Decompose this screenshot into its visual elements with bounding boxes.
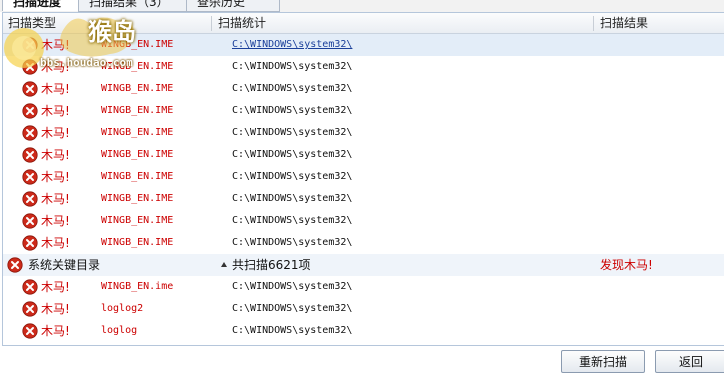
file-name: WINGB_EN.IME xyxy=(101,61,174,72)
column-divider[interactable] xyxy=(593,16,594,31)
file-path: C:\WINDOWS\system32\ xyxy=(232,171,353,182)
threat-type: 木马! xyxy=(41,104,70,118)
file-path: C:\WINDOWS\system32\ xyxy=(232,237,353,248)
table-row[interactable]: 木马! WINGB_EN.IME C:\WINDOWS\system32\ xyxy=(3,78,724,100)
threat-icon xyxy=(22,279,38,295)
tab-history[interactable]: 查杀历史 xyxy=(186,0,280,12)
file-path: C:\WINDOWS\system32\ xyxy=(232,127,353,138)
column-header-result[interactable]: 扫描结果 xyxy=(595,13,720,33)
table-row[interactable]: 木马! WINGB_EN.IME C:\WINDOWS\system32\ xyxy=(3,56,724,78)
column-header-type[interactable]: 扫描类型 xyxy=(3,13,208,33)
scan-results-grid: 扫描类型 扫描统计 扫描结果 木马! WINGB_EN.IME C:\WINDOWS… xyxy=(2,12,724,346)
threat-icon xyxy=(22,125,38,141)
threat-type: 木马! xyxy=(41,324,70,338)
file-name: loglog2 xyxy=(101,303,144,314)
file-name: WINGB_EN.IME xyxy=(101,105,174,116)
threat-icon xyxy=(22,323,38,339)
group-label: 系统关键目录 xyxy=(28,258,101,272)
file-name: WINGB_EN.IME xyxy=(101,83,174,94)
threat-icon xyxy=(22,169,38,185)
file-path: C:\WINDOWS\system32\ xyxy=(232,325,353,336)
threat-icon xyxy=(22,37,38,53)
threat-type: 木马! xyxy=(41,170,70,184)
threat-icon xyxy=(22,147,38,163)
file-name: WINGB_EN.IME xyxy=(101,237,174,248)
back-button[interactable]: 返回 xyxy=(655,350,724,373)
table-row[interactable]: 木马! WINGB_EN.IME C:\WINDOWS\system32\ xyxy=(3,100,724,122)
tab-scan-results[interactable]: 扫描结果（3） xyxy=(78,0,188,12)
threat-type: 木马! xyxy=(41,60,70,74)
file-name: WINGB_EN.IME xyxy=(101,171,174,182)
group-result: 发现木马! xyxy=(600,258,653,272)
table-row[interactable]: 木马! WINGB_EN.IME C:\WINDOWS\system32\ xyxy=(3,122,724,144)
table-row[interactable]: 木马! WINGB_EN.ime C:\WINDOWS\system32\ xyxy=(3,276,724,298)
threat-icon xyxy=(7,257,23,273)
threat-icon xyxy=(22,235,38,251)
file-path[interactable]: C:\WINDOWS\system32\ xyxy=(232,34,352,56)
file-path: C:\WINDOWS\system32\ xyxy=(232,61,353,72)
threat-type: 木马! xyxy=(41,148,70,162)
table-row[interactable]: 木马! WINGB_EN.IME C:\WINDOWS\system32\ xyxy=(3,34,724,56)
table-row[interactable]: 木马! WINGB_EN.IME C:\WINDOWS\system32\ xyxy=(3,144,724,166)
tab-scan-progress[interactable]: 扫描进度 xyxy=(2,0,88,11)
file-name: WINGB_EN.IME xyxy=(101,215,174,226)
threat-type: 木马! xyxy=(41,236,70,250)
threat-type: 木马! xyxy=(41,280,70,294)
rescan-button[interactable]: 重新扫描 xyxy=(561,350,645,373)
threat-icon xyxy=(22,103,38,119)
file-name: WINGB_EN.IME xyxy=(101,149,174,160)
threat-type: 木马! xyxy=(41,126,70,140)
threat-type: 木马! xyxy=(41,214,70,228)
threat-icon xyxy=(22,191,38,207)
file-name: WINGB_EN.ime xyxy=(101,281,174,292)
file-path: C:\WINDOWS\system32\ xyxy=(232,149,353,160)
threat-icon xyxy=(22,213,38,229)
threat-type: 木马! xyxy=(41,38,70,52)
file-path: C:\WINDOWS\system32\ xyxy=(232,281,353,292)
file-path: C:\WINDOWS\system32\ xyxy=(232,83,353,94)
file-name: WINGB_EN.IME xyxy=(101,193,174,204)
collapse-triangle-icon[interactable] xyxy=(221,262,227,267)
file-path: C:\WINDOWS\system32\ xyxy=(232,105,353,116)
grid-header: 扫描类型 扫描统计 扫描结果 xyxy=(3,13,724,34)
table-row[interactable]: 木马! loglog2 C:\WINDOWS\system32\ xyxy=(3,298,724,320)
threat-icon xyxy=(22,81,38,97)
file-path: C:\WINDOWS\system32\ xyxy=(232,215,353,226)
table-row[interactable]: 木马! WINGB_EN.IME C:\WINDOWS\system32\ xyxy=(3,232,724,254)
threat-type: 木马! xyxy=(41,82,70,96)
threat-icon xyxy=(22,301,38,317)
threat-type: 木马! xyxy=(41,302,70,316)
file-path: C:\WINDOWS\system32\ xyxy=(232,193,353,204)
file-name: loglog xyxy=(101,325,138,336)
group-scan-count: 共扫描6621项 xyxy=(232,258,311,272)
table-row[interactable]: 木马! WINGB_EN.IME C:\WINDOWS\system32\ xyxy=(3,188,724,210)
group-row-system-directory[interactable]: 系统关键目录 共扫描6621项 发现木马! xyxy=(3,254,724,276)
file-name: WINGB_EN.IME xyxy=(101,127,174,138)
column-header-stats[interactable]: 扫描统计 xyxy=(213,13,588,33)
file-path: C:\WINDOWS\system32\ xyxy=(232,303,353,314)
threat-icon xyxy=(22,59,38,75)
table-row[interactable]: 木马! WINGB_EN.IME C:\WINDOWS\system32\ xyxy=(3,166,724,188)
column-divider[interactable] xyxy=(211,16,212,31)
table-row[interactable]: 木马! loglog C:\WINDOWS\system32\ xyxy=(3,320,724,342)
file-name: WINGB_EN.IME xyxy=(101,39,174,50)
table-row[interactable]: 木马! WINGB_EN.IME C:\WINDOWS\system32\ xyxy=(3,210,724,232)
threat-type: 木马! xyxy=(41,192,70,206)
tab-strip: 扫描进度 扫描结果（3） 查杀历史 xyxy=(0,0,724,12)
